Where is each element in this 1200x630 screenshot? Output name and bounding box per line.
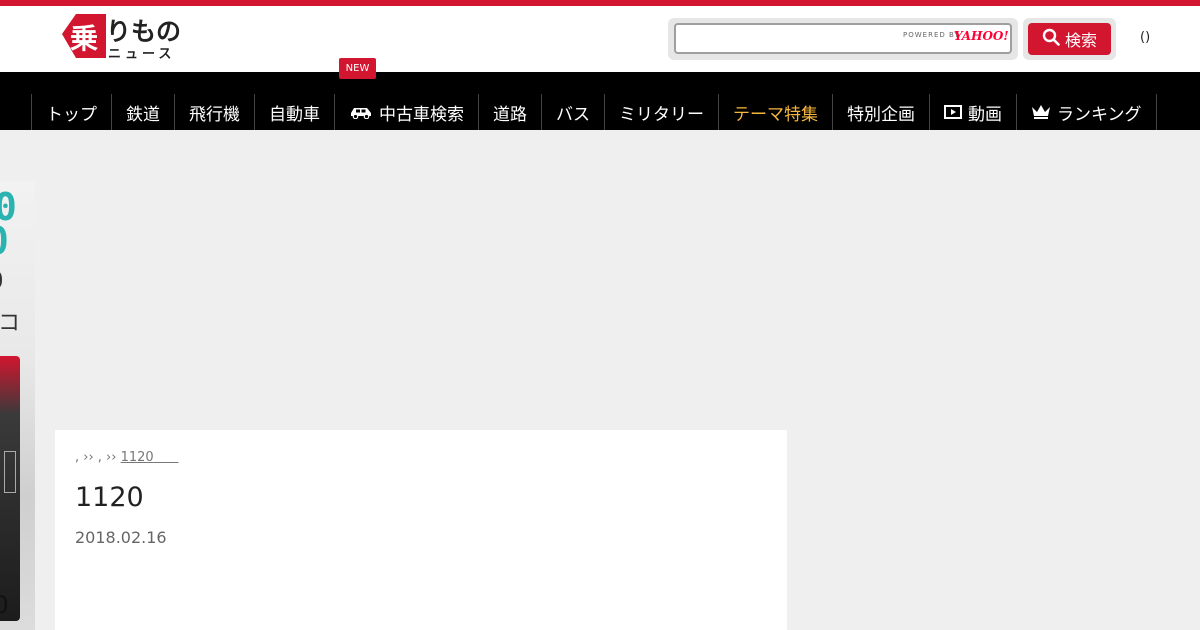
nav-item-theme-feature[interactable]: テーマ特集 bbox=[719, 94, 833, 130]
side-advertisement[interactable]: 0 0 O コ O bbox=[0, 181, 35, 630]
nav-item-label: ランキング bbox=[1057, 104, 1142, 125]
nav-item-used-car-search[interactable]: 中古車検索 bbox=[335, 94, 479, 130]
search-button-label: 検索 bbox=[1064, 31, 1097, 50]
video-icon bbox=[944, 105, 962, 119]
nav-item-aircraft[interactable]: 飛行機 bbox=[175, 94, 255, 130]
breadcrumb: , ›› , ›› 1120 bbox=[75, 450, 179, 465]
yahoo-logo: YAHOO! bbox=[954, 29, 1009, 43]
nav-item-label: 道路 bbox=[493, 104, 527, 125]
search-icon bbox=[1042, 28, 1060, 50]
nav-item-label: バス bbox=[556, 104, 590, 125]
nav-item-label: 鉄道 bbox=[126, 104, 160, 125]
nav-item-top[interactable]: トップ bbox=[32, 94, 112, 130]
nav-item-special-project[interactable]: 特別企画 bbox=[833, 94, 930, 130]
logo-bottom-text: ニュース bbox=[108, 47, 175, 60]
ad-text: 0 bbox=[0, 219, 9, 263]
crown-icon bbox=[1031, 104, 1051, 120]
nav-item-railway[interactable]: 鉄道 bbox=[112, 94, 175, 130]
nav-item-video[interactable]: 動画 bbox=[930, 94, 1017, 130]
breadcrumb-prefix: , ›› , ›› bbox=[75, 450, 117, 465]
nav-item-ranking[interactable]: ランキング bbox=[1017, 94, 1157, 130]
header-extra-text: () bbox=[1140, 30, 1151, 45]
article-card: , ›› , ›› 1120 1120 2018.02.16 bbox=[55, 430, 787, 630]
nav-item-label: 自動車 bbox=[269, 104, 320, 125]
nav-item-military[interactable]: ミリタリー bbox=[605, 94, 719, 130]
nav-item-bus[interactable]: バス bbox=[542, 94, 605, 130]
nav-item-label: テーマ特集 bbox=[733, 104, 818, 125]
nav-item-car[interactable]: 自動車 bbox=[255, 94, 335, 130]
nav-item-label: ミリタリー bbox=[619, 104, 704, 125]
ad-text: O bbox=[0, 591, 9, 619]
powered-by-label: POWERED BY bbox=[903, 31, 960, 39]
car-icon bbox=[349, 105, 373, 119]
search-button[interactable]: 検索 bbox=[1028, 23, 1111, 55]
ad-text: コ bbox=[0, 311, 21, 336]
article-title: 1120 bbox=[75, 482, 144, 513]
main-nav: トップ 鉄道 飛行機 自動車 中古車検索 道路 バス ミリタリー テーマ特集 特… bbox=[0, 72, 1200, 130]
logo-top-text: りもの bbox=[106, 17, 181, 46]
nav-item-label: 中古車検索 bbox=[379, 104, 464, 125]
ad-text: O bbox=[0, 269, 3, 294]
logo-kanji: 乗 bbox=[70, 22, 98, 55]
nav-item-label: トップ bbox=[46, 104, 97, 125]
article-date: 2018.02.16 bbox=[75, 528, 167, 547]
new-badge: NEW bbox=[339, 58, 376, 79]
ad-product-label bbox=[4, 451, 16, 493]
nav-item-road[interactable]: 道路 bbox=[479, 94, 542, 130]
breadcrumb-link-tail bbox=[154, 450, 179, 465]
nav-item-label: 動画 bbox=[968, 104, 1002, 125]
nav-item-label: 飛行機 bbox=[189, 104, 240, 125]
site-logo[interactable]: 乗 りもの ニュース bbox=[62, 12, 202, 62]
nav-item-label: 特別企画 bbox=[847, 104, 915, 125]
breadcrumb-link[interactable]: 1120 bbox=[121, 450, 154, 465]
